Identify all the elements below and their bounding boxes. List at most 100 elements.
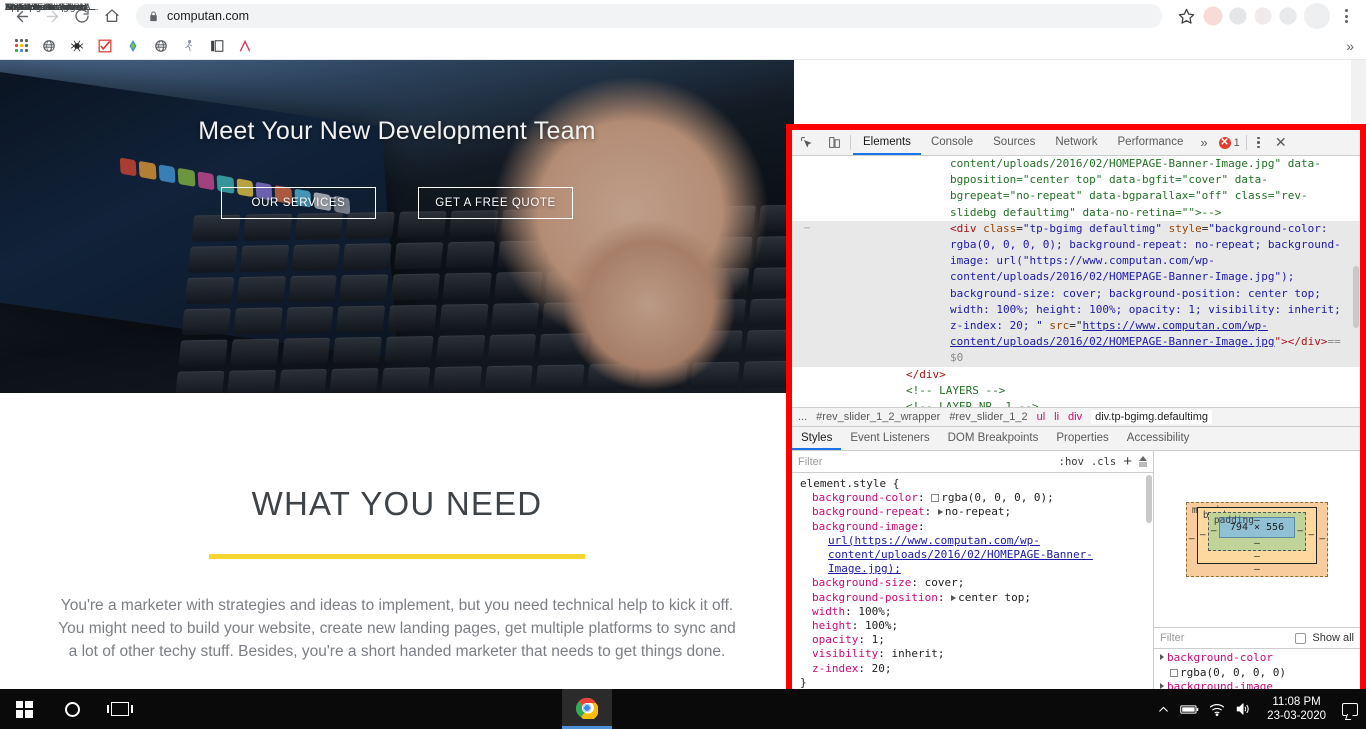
tree-row[interactable]: bgposition="center top" data-bgfit="cove… — [792, 172, 1360, 188]
computed-filter-input[interactable]: Filter — [1160, 632, 1289, 644]
margin-bottom-value[interactable]: – — [1254, 564, 1260, 575]
css-declaration[interactable]: background-image: — [792, 520, 1153, 534]
action-center-button[interactable] — [1342, 703, 1358, 716]
tree-row[interactable]: <!-- LAYERS --> — [792, 383, 1360, 399]
devtools-error-badge[interactable]: ✕ 1 — [1215, 130, 1244, 155]
profile-avatar-icon[interactable] — [1304, 3, 1330, 29]
bookmark-the-core-team[interactable]: The Core Team — [35, 36, 63, 56]
bookmark-how-to-find-your[interactable]: How to Find Your... — [63, 36, 91, 56]
show-hidden-icons-chevron[interactable] — [1157, 703, 1170, 716]
css-declaration[interactable]: background-repeat: no-repeat; — [792, 505, 1153, 519]
styles-rules-body[interactable]: element.style { background-color: rgba(0… — [792, 473, 1153, 689]
color-swatch-icon[interactable] — [931, 494, 939, 502]
elements-tree-scrollbar[interactable] — [1353, 266, 1359, 328]
border-right-value[interactable]: – — [1308, 530, 1314, 541]
breadcrumb-item-div[interactable]: div — [1068, 411, 1082, 423]
css-url-line-3[interactable]: Image.jpg); — [792, 562, 1153, 576]
battery-icon[interactable] — [1180, 703, 1199, 716]
show-all-checkbox[interactable] — [1295, 633, 1306, 644]
volume-icon[interactable] — [1235, 702, 1251, 716]
extension-icon-1[interactable] — [1201, 4, 1225, 28]
extension-icon-4[interactable] — [1276, 4, 1300, 28]
styles-tab-styles[interactable]: Styles — [792, 427, 841, 450]
margin-left-value[interactable]: – — [1189, 534, 1195, 545]
css-declaration[interactable]: visibility: inherit; — [792, 647, 1153, 661]
tree-row[interactable]: content/uploads/2016/02/HOMEPAGE-Banner-… — [792, 156, 1360, 172]
css-declaration[interactable]: background-size: cover; — [792, 576, 1153, 590]
css-declaration[interactable]: background-color: rgba(0, 0, 0, 0); — [792, 491, 1153, 505]
styles-scrollbar[interactable] — [1146, 475, 1152, 523]
border-left-value[interactable]: – — [1200, 530, 1206, 541]
bookmark-email-verifier[interactable]: Email Verifier - Verif... — [91, 36, 119, 56]
devtools-kebab-icon[interactable] — [1249, 130, 1269, 155]
devtools-close-icon[interactable]: ✕ — [1269, 130, 1293, 155]
margin-right-value[interactable]: – — [1319, 534, 1325, 545]
padding-left-value[interactable]: – — [1211, 526, 1217, 537]
extension-icon-3[interactable] — [1251, 4, 1275, 28]
padding-right-value[interactable]: – — [1297, 526, 1303, 537]
task-view-button[interactable] — [96, 689, 144, 729]
tree-row-selected[interactable]: ⋯ <div class="tp-bgimg defaultimg" style… — [792, 221, 1360, 367]
css-url-line-2[interactable]: content/uploads/2016/02/HOMEPAGE-Banner- — [792, 548, 1153, 562]
devtools-tab-sources[interactable]: Sources — [983, 130, 1045, 155]
address-bar[interactable]: computan.com — [136, 4, 1162, 28]
css-declaration[interactable]: opacity: 1; — [792, 633, 1153, 647]
bookmark-10-fantastic-films[interactable]: 10 Fantastic Films A... — [231, 36, 259, 56]
new-style-rule-button[interactable]: + — [1123, 454, 1132, 469]
breadcrumb-item-slider[interactable]: #rev_slider_1_2 — [949, 411, 1027, 423]
tree-expand-ellipsis[interactable]: ⋯ — [796, 221, 818, 367]
bookmark-nepal-trekking-info[interactable]: Nepal Trekking Info... — [147, 36, 175, 56]
devtools-tab-console[interactable]: Console — [921, 130, 983, 155]
three-dot-menu-icon[interactable] — [1334, 9, 1358, 23]
inspect-element-button[interactable] — [792, 130, 820, 155]
bookmark-amn-healthcare[interactable]: AMN Healthcare W... — [119, 36, 147, 56]
css-declaration[interactable]: background-position: center top; — [792, 591, 1153, 605]
cortana-search-button[interactable] — [48, 689, 96, 729]
expand-triangle-icon[interactable] — [951, 595, 956, 601]
styles-tab-properties[interactable]: Properties — [1047, 427, 1117, 450]
bookmark-trekking-list[interactable]: Trekking List | Touri... — [175, 36, 203, 56]
box-model-border[interactable]: border – – – – padding – – – — [1197, 507, 1317, 564]
styles-filter-input[interactable]: Filter — [798, 456, 1052, 468]
tree-row[interactable]: <!-- LAYER NR. 1 --> — [792, 399, 1360, 407]
computed-property[interactable]: background-color rgba(0, 0, 0, 0) — [1154, 651, 1360, 680]
devtools-tab-performance[interactable]: Performance — [1108, 130, 1194, 155]
breadcrumb-item-ul[interactable]: ul — [1037, 411, 1046, 423]
box-model-padding[interactable]: padding – – – – 794 × 556 — [1208, 512, 1306, 551]
devtools-tab-network[interactable]: Network — [1045, 130, 1107, 155]
expand-triangle-icon[interactable] — [1160, 654, 1164, 660]
wifi-icon[interactable] — [1209, 703, 1225, 716]
css-url-text[interactable]: content/uploads/2016/02/HOMEPAGE-Banner- — [828, 548, 1093, 561]
extension-icon-2[interactable] — [1226, 4, 1250, 28]
tree-row[interactable]: slidebg defaultimg" data-no-retina="">--… — [792, 205, 1360, 221]
chrome-taskbar-button[interactable] — [562, 689, 612, 729]
devtools-tab-elements[interactable]: Elements — [853, 130, 921, 155]
box-model-margin[interactable]: margin – – – – border – – – – — [1186, 502, 1328, 577]
tree-row[interactable]: bgrepeat="no-repeat" data-bgparallax="of… — [792, 188, 1360, 204]
breadcrumb-ellipsis[interactable]: ... — [798, 411, 807, 423]
hov-toggle-button[interactable]: :hov — [1059, 456, 1084, 468]
get-a-free-quote-button[interactable]: GET A FREE QUOTE — [418, 187, 573, 219]
device-toolbar-button[interactable] — [820, 130, 848, 155]
css-url-text[interactable]: url(https://www.computan.com/wp- — [828, 534, 1040, 547]
css-declaration[interactable]: width: 100%; — [792, 605, 1153, 619]
styles-scroll-arrows[interactable] — [1139, 456, 1147, 467]
breadcrumb-item-active[interactable]: div.tp-bgimg.defaultimg — [1091, 410, 1212, 424]
css-declaration[interactable]: height: 100%; — [792, 619, 1153, 633]
elements-tree[interactable]: content/uploads/2016/02/HOMEPAGE-Banner-… — [792, 156, 1360, 407]
css-url-line-1[interactable]: url(https://www.computan.com/wp- — [792, 534, 1153, 548]
tree-row[interactable]: </div> — [792, 367, 1360, 383]
styles-tab-dom-breakpoints[interactable]: DOM Breakpoints — [939, 427, 1048, 450]
bookmark-apps[interactable]: Apps — [8, 36, 35, 55]
computed-property[interactable]: background-image url(https://www.computa… — [1154, 680, 1360, 689]
styles-tab-accessibility[interactable]: Accessibility — [1118, 427, 1199, 450]
breadcrumb-item-wrapper[interactable]: #rev_slider_1_2_wrapper — [816, 411, 940, 423]
styles-tab-event-listeners[interactable]: Event Listeners — [841, 427, 938, 450]
bookmark-3-simple-strategies[interactable]: 3 Simple Strategies... — [203, 36, 231, 56]
bookmark-star-button[interactable] — [1172, 2, 1200, 30]
css-url-text[interactable]: Image.jpg); — [828, 562, 901, 575]
css-declaration[interactable]: z-index: 20; — [792, 662, 1153, 676]
border-bottom-value[interactable]: – — [1254, 551, 1260, 562]
taskbar-clock[interactable]: 11:08 PM 23-03-2020 — [1261, 695, 1332, 723]
bookmarks-overflow-button[interactable]: » — [1346, 38, 1358, 54]
